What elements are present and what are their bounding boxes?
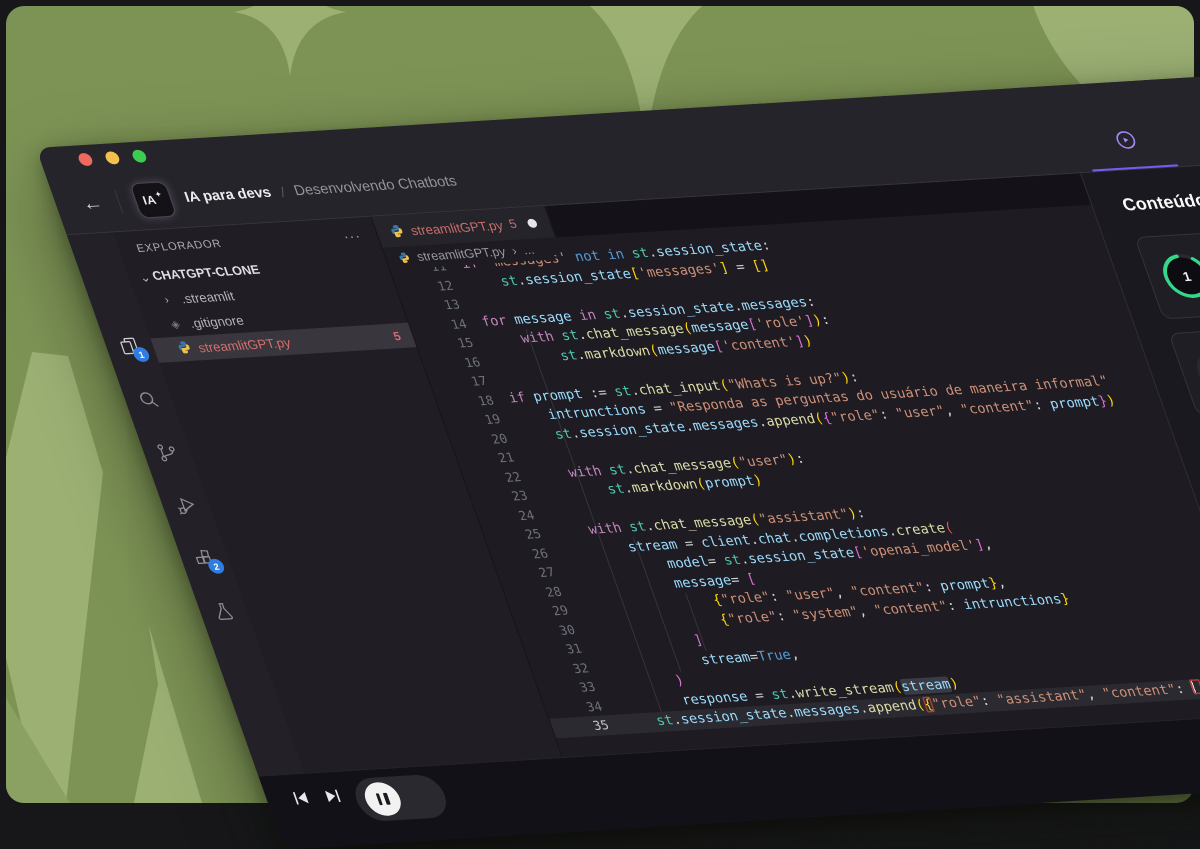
sparkle-icon: ✦: [154, 190, 163, 198]
course-title: IA para devs: [182, 185, 273, 206]
back-button[interactable]: ←: [78, 191, 120, 216]
run-debug-icon[interactable]: [171, 494, 201, 517]
close-window-button[interactable]: [77, 153, 94, 167]
flask-icon[interactable]: [209, 600, 239, 623]
progress-ring-2: 2: [1188, 347, 1200, 397]
breadcrumb-separator: /: [278, 184, 287, 200]
skip-back-icon[interactable]: [287, 788, 314, 809]
source-control-icon[interactable]: [153, 441, 183, 464]
maximize-window-button[interactable]: [131, 149, 148, 163]
playback-pill: [349, 774, 452, 823]
tab-modified-count: 5: [507, 217, 519, 231]
explorer-title: EXPLORADOR: [135, 238, 223, 255]
chevron-right-icon: ›: [157, 293, 176, 306]
lesson-card-2[interactable]: 2: [1168, 320, 1200, 415]
lesson-number: 2: [1188, 347, 1200, 397]
vscode-video: 1 2 EXPLORADOR ···: [67, 173, 1200, 775]
pause-button[interactable]: [360, 781, 406, 816]
more-actions-icon[interactable]: ···: [341, 228, 364, 245]
lesson-title: Desenvolvendo Chatbots: [292, 174, 459, 200]
lesson-number: 1: [1154, 251, 1200, 301]
gitignore-file-icon: ◈: [166, 317, 185, 331]
tab-player[interactable]: [1073, 109, 1179, 170]
pause-icon: [375, 793, 383, 805]
progress-ring-1: 1: [1154, 251, 1200, 301]
sparkle-small: [234, 6, 346, 76]
play-circle-icon: [1110, 128, 1141, 152]
extensions-badge: 2: [206, 558, 226, 574]
skip-forward-icon[interactable]: [319, 786, 346, 807]
minimize-window-button[interactable]: [104, 151, 121, 165]
search-icon[interactable]: [134, 388, 164, 411]
lesson-card-1[interactable]: 1: [1134, 224, 1200, 319]
line-number: 35: [549, 714, 628, 738]
python-file-icon: [174, 340, 195, 358]
python-file-icon: [387, 224, 406, 239]
chevron-right-icon: ›: [510, 244, 519, 258]
content-title: Conteúdo: [1119, 184, 1200, 215]
unsaved-dot-icon[interactable]: [526, 218, 538, 227]
explorer-badge: 1: [131, 347, 151, 363]
python-file-icon: [396, 251, 412, 264]
course-logo[interactable]: IA✦: [129, 181, 177, 219]
